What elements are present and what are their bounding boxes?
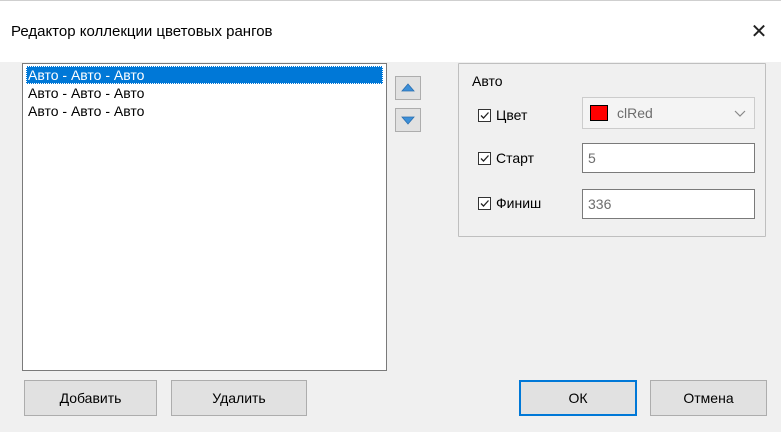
finish-checkbox[interactable] <box>478 196 491 210</box>
chevron-down-icon <box>734 110 746 117</box>
arrow-down-icon <box>401 116 415 125</box>
cancel-button[interactable]: Отмена <box>650 380 767 416</box>
list-item[interactable]: Авто - Авто - Авто <box>26 102 383 120</box>
window-title: Редактор коллекции цветовых рангов <box>11 23 273 40</box>
ok-button[interactable]: ОК <box>519 380 637 416</box>
ranges-list[interactable]: Авто - Авто - Авто Авто - Авто - Авто Ав… <box>22 63 387 371</box>
move-down-button[interactable] <box>395 108 421 132</box>
checkmark-icon <box>480 111 489 119</box>
checkmark-icon <box>480 154 489 162</box>
title-bar: Редактор коллекции цветовых рангов ✕ <box>0 0 781 62</box>
start-input[interactable]: 5 <box>582 143 755 173</box>
finish-input[interactable]: 336 <box>582 189 755 219</box>
color-select[interactable]: clRed <box>582 97 755 129</box>
add-button[interactable]: Добавить <box>24 380 157 416</box>
finish-row[interactable]: Финиш <box>478 193 541 213</box>
start-checkbox[interactable] <box>478 151 491 165</box>
list-item[interactable]: Авто - Авто - Авто <box>26 66 383 84</box>
arrow-up-icon <box>401 83 415 92</box>
start-row[interactable]: Старт <box>478 148 534 168</box>
list-item[interactable]: Авто - Авто - Авто <box>26 84 383 102</box>
color-swatch <box>590 105 608 121</box>
group-title: Авто <box>472 73 503 89</box>
delete-button[interactable]: Удалить <box>171 380 307 416</box>
finish-label: Финиш <box>496 195 542 211</box>
close-icon[interactable]: ✕ <box>745 15 773 49</box>
color-row[interactable]: Цвет <box>478 105 527 125</box>
color-checkbox[interactable] <box>478 108 491 122</box>
checkmark-icon <box>480 199 489 207</box>
color-value: clRed <box>617 105 653 121</box>
move-up-button[interactable] <box>395 76 421 100</box>
start-label: Старт <box>496 150 535 166</box>
color-label: Цвет <box>496 107 528 123</box>
range-properties-group: Авто Цвет clRed Старт 5 Финиш 336 <box>458 63 766 237</box>
